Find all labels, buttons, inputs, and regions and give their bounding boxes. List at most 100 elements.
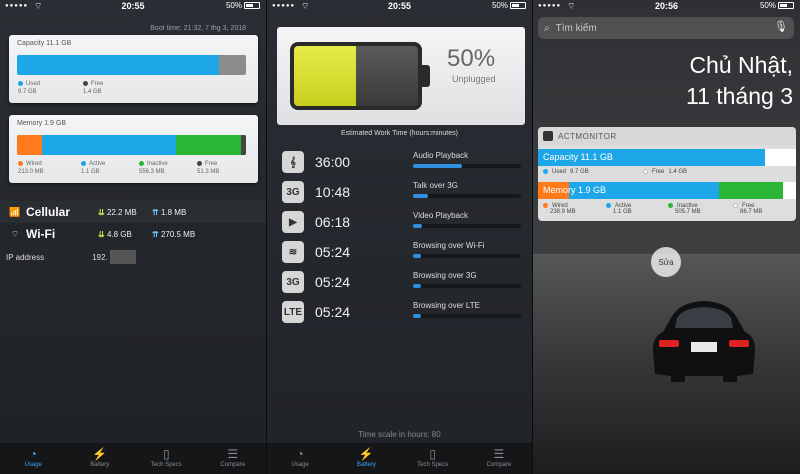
tab-label: Battery bbox=[356, 462, 376, 468]
tab-label: Tech Specs bbox=[150, 462, 182, 468]
widget-header: ACTMONITOR bbox=[538, 127, 796, 145]
wifi-download: ⇊ 4.8 GB bbox=[98, 229, 132, 239]
lightning-icon: ⚡ bbox=[358, 447, 374, 461]
actmonitor-widget[interactable]: ACTMONITOR Capacity 11.1 GB Used 9.7 GB F… bbox=[538, 127, 796, 221]
work-time-row: 3G 10:48 Talk over 3G bbox=[267, 179, 532, 207]
tab-tech-specs[interactable]: ▯ Tech Specs bbox=[133, 443, 200, 474]
capacity-used-segment bbox=[17, 55, 219, 75]
tab-compare[interactable]: ☰ Compare bbox=[200, 443, 267, 474]
status-bar: ●●●●● ⌔ 20:55 50% bbox=[267, 0, 532, 14]
battery-tip bbox=[422, 65, 430, 87]
search-placeholder: Tìm kiếm bbox=[555, 22, 597, 34]
work-time-value: 10:48 bbox=[315, 184, 351, 200]
work-time-track bbox=[413, 194, 521, 198]
battery-icon bbox=[510, 2, 526, 9]
ip-label: IP address bbox=[6, 252, 45, 262]
compare-icon: ☰ bbox=[493, 447, 505, 461]
work-time-row: 𝄞 36:00 Audio Playback bbox=[267, 149, 532, 177]
big-battery-icon bbox=[290, 42, 422, 110]
work-time-fill bbox=[413, 194, 429, 198]
work-time-value: 05:24 bbox=[315, 304, 351, 320]
work-time-fill bbox=[413, 314, 421, 318]
ip-redaction bbox=[109, 250, 136, 264]
wifi-upload: ⇈ 270.5 MB bbox=[152, 229, 196, 239]
work-time-row: 3G 05:24 Browsing over 3G bbox=[267, 269, 532, 297]
memory-title: Memory 1.9 GB bbox=[17, 120, 67, 127]
work-time-heading: Estimated Work Time (hours:minutes) bbox=[341, 130, 458, 137]
legend-dot-icon bbox=[18, 161, 23, 166]
car-image bbox=[653, 301, 755, 382]
work-time-label: Talk over 3G bbox=[413, 181, 458, 190]
work-time-fill bbox=[413, 224, 422, 228]
battery-status: 50% bbox=[492, 1, 526, 10]
widget-capacity-bar: Capacity 11.1 GB bbox=[538, 149, 796, 166]
tab-tech-specs[interactable]: ▯ Tech Specs bbox=[400, 443, 466, 474]
widget-legend-free: Free 86.7 MB bbox=[733, 203, 762, 215]
tab-battery[interactable]: ⚡ Battery bbox=[333, 443, 399, 474]
work-time-row: ≋ 05:24 Browsing over Wi-Fi bbox=[267, 239, 532, 267]
work-time-label: Browsing over LTE bbox=[413, 301, 480, 310]
legend-free: Free 51.3 MB bbox=[197, 161, 220, 176]
legend-dot-icon bbox=[606, 203, 611, 208]
used-dot-icon bbox=[543, 169, 548, 174]
work-time-row: LTE 05:24 Browsing over LTE bbox=[267, 299, 532, 327]
battery-status: 50% bbox=[760, 1, 794, 10]
legend-dot-icon bbox=[139, 161, 144, 166]
legend-dot-icon bbox=[733, 203, 738, 208]
used-dot-icon bbox=[18, 81, 23, 86]
free-dot-icon bbox=[643, 169, 648, 174]
memory-inactive-segment bbox=[175, 135, 242, 155]
edit-button[interactable]: Sửa bbox=[651, 247, 681, 277]
lte-icon: LTE bbox=[282, 301, 304, 323]
microphone-icon[interactable]: 🎙 bbox=[774, 20, 788, 33]
legend-inactive: Inactive 556.3 MB bbox=[139, 161, 168, 176]
phone-icon: ▯ bbox=[429, 447, 436, 461]
tab-battery[interactable]: ⚡ Battery bbox=[67, 443, 134, 474]
search-icon: ⌕ bbox=[544, 22, 550, 34]
ip-value: 192. bbox=[92, 252, 108, 262]
tab-bar: ◔ Usage ⚡ Battery ▯ Tech Specs ☰ Compare bbox=[267, 443, 532, 474]
search-field[interactable]: ⌕ Tìm kiếm 🎙 bbox=[538, 17, 794, 39]
legend-free: Free 1.4 GB bbox=[83, 81, 104, 96]
memory-wired-segment bbox=[17, 135, 42, 155]
pie-chart-icon: ◔ bbox=[296, 447, 304, 461]
work-time-value: 06:18 bbox=[315, 214, 351, 230]
work-time-fill bbox=[413, 284, 421, 288]
battery-fill bbox=[294, 46, 356, 106]
battery-status: 50% bbox=[226, 1, 260, 10]
tab-usage[interactable]: ◔ Usage bbox=[0, 443, 67, 474]
capacity-card[interactable]: Capacity 11.1 GB Used 9.7 GB Free 1.4 GB bbox=[9, 35, 258, 103]
status-bar: ●●●●● ⌔ 20:55 50% bbox=[0, 0, 266, 14]
work-time-track bbox=[413, 284, 521, 288]
video-icon: ▶ bbox=[282, 211, 304, 233]
cellular-upload: ⇈ 1.8 MB bbox=[152, 207, 187, 217]
work-time-label: Browsing over Wi-Fi bbox=[413, 241, 485, 250]
battery-state: Unplugged bbox=[452, 74, 496, 84]
day-label: Chủ Nhật, bbox=[689, 52, 793, 78]
battery-icon bbox=[244, 2, 260, 9]
tab-label: Battery bbox=[90, 462, 110, 468]
wifi-row: ⌔ Wi-Fi ⇊ 4.8 GB ⇈ 270.5 MB bbox=[0, 223, 266, 245]
status-bar: ●●●●● ⌔ 20:56 50% bbox=[533, 0, 800, 14]
tab-label: Tech Specs bbox=[417, 462, 449, 468]
memory-card[interactable]: Memory 1.9 GB Wired 213.0 MB Active 1.1 GB I… bbox=[9, 115, 258, 183]
cellular-row: 📶 Cellular ⇊ 22.2 MB ⇈ 1.8 MB bbox=[0, 201, 266, 223]
cellular-download: ⇊ 22.2 MB bbox=[98, 207, 137, 217]
widget-memory-free-segment bbox=[783, 182, 796, 199]
tab-bar: ◔ Usage ⚡ Battery ▯ Tech Specs ☰ Compare bbox=[0, 443, 266, 474]
widget-legend-active: Active 1.1 GB bbox=[606, 203, 632, 215]
cellular-icon: 📶 bbox=[9, 206, 21, 217]
work-time-track bbox=[413, 224, 521, 228]
lightning-icon: ⚡ bbox=[92, 447, 108, 461]
date-label: 11 tháng 3 bbox=[685, 83, 793, 109]
legend-wired: Wired 213.0 MB bbox=[18, 161, 44, 176]
widget-legend-inactive: Inactive 505.7 MB bbox=[668, 203, 701, 215]
work-time-row: ▶ 06:18 Video Playback bbox=[267, 209, 532, 237]
free-dot-icon bbox=[83, 81, 88, 86]
work-time-label: Video Playback bbox=[413, 211, 468, 220]
tab-label: Usage bbox=[291, 462, 309, 468]
tab-compare[interactable]: ☰ Compare bbox=[466, 443, 532, 474]
work-time-value: 05:24 bbox=[315, 244, 351, 260]
tab-usage[interactable]: ◔ Usage bbox=[267, 443, 333, 474]
pie-chart-icon: ◔ bbox=[29, 447, 37, 461]
